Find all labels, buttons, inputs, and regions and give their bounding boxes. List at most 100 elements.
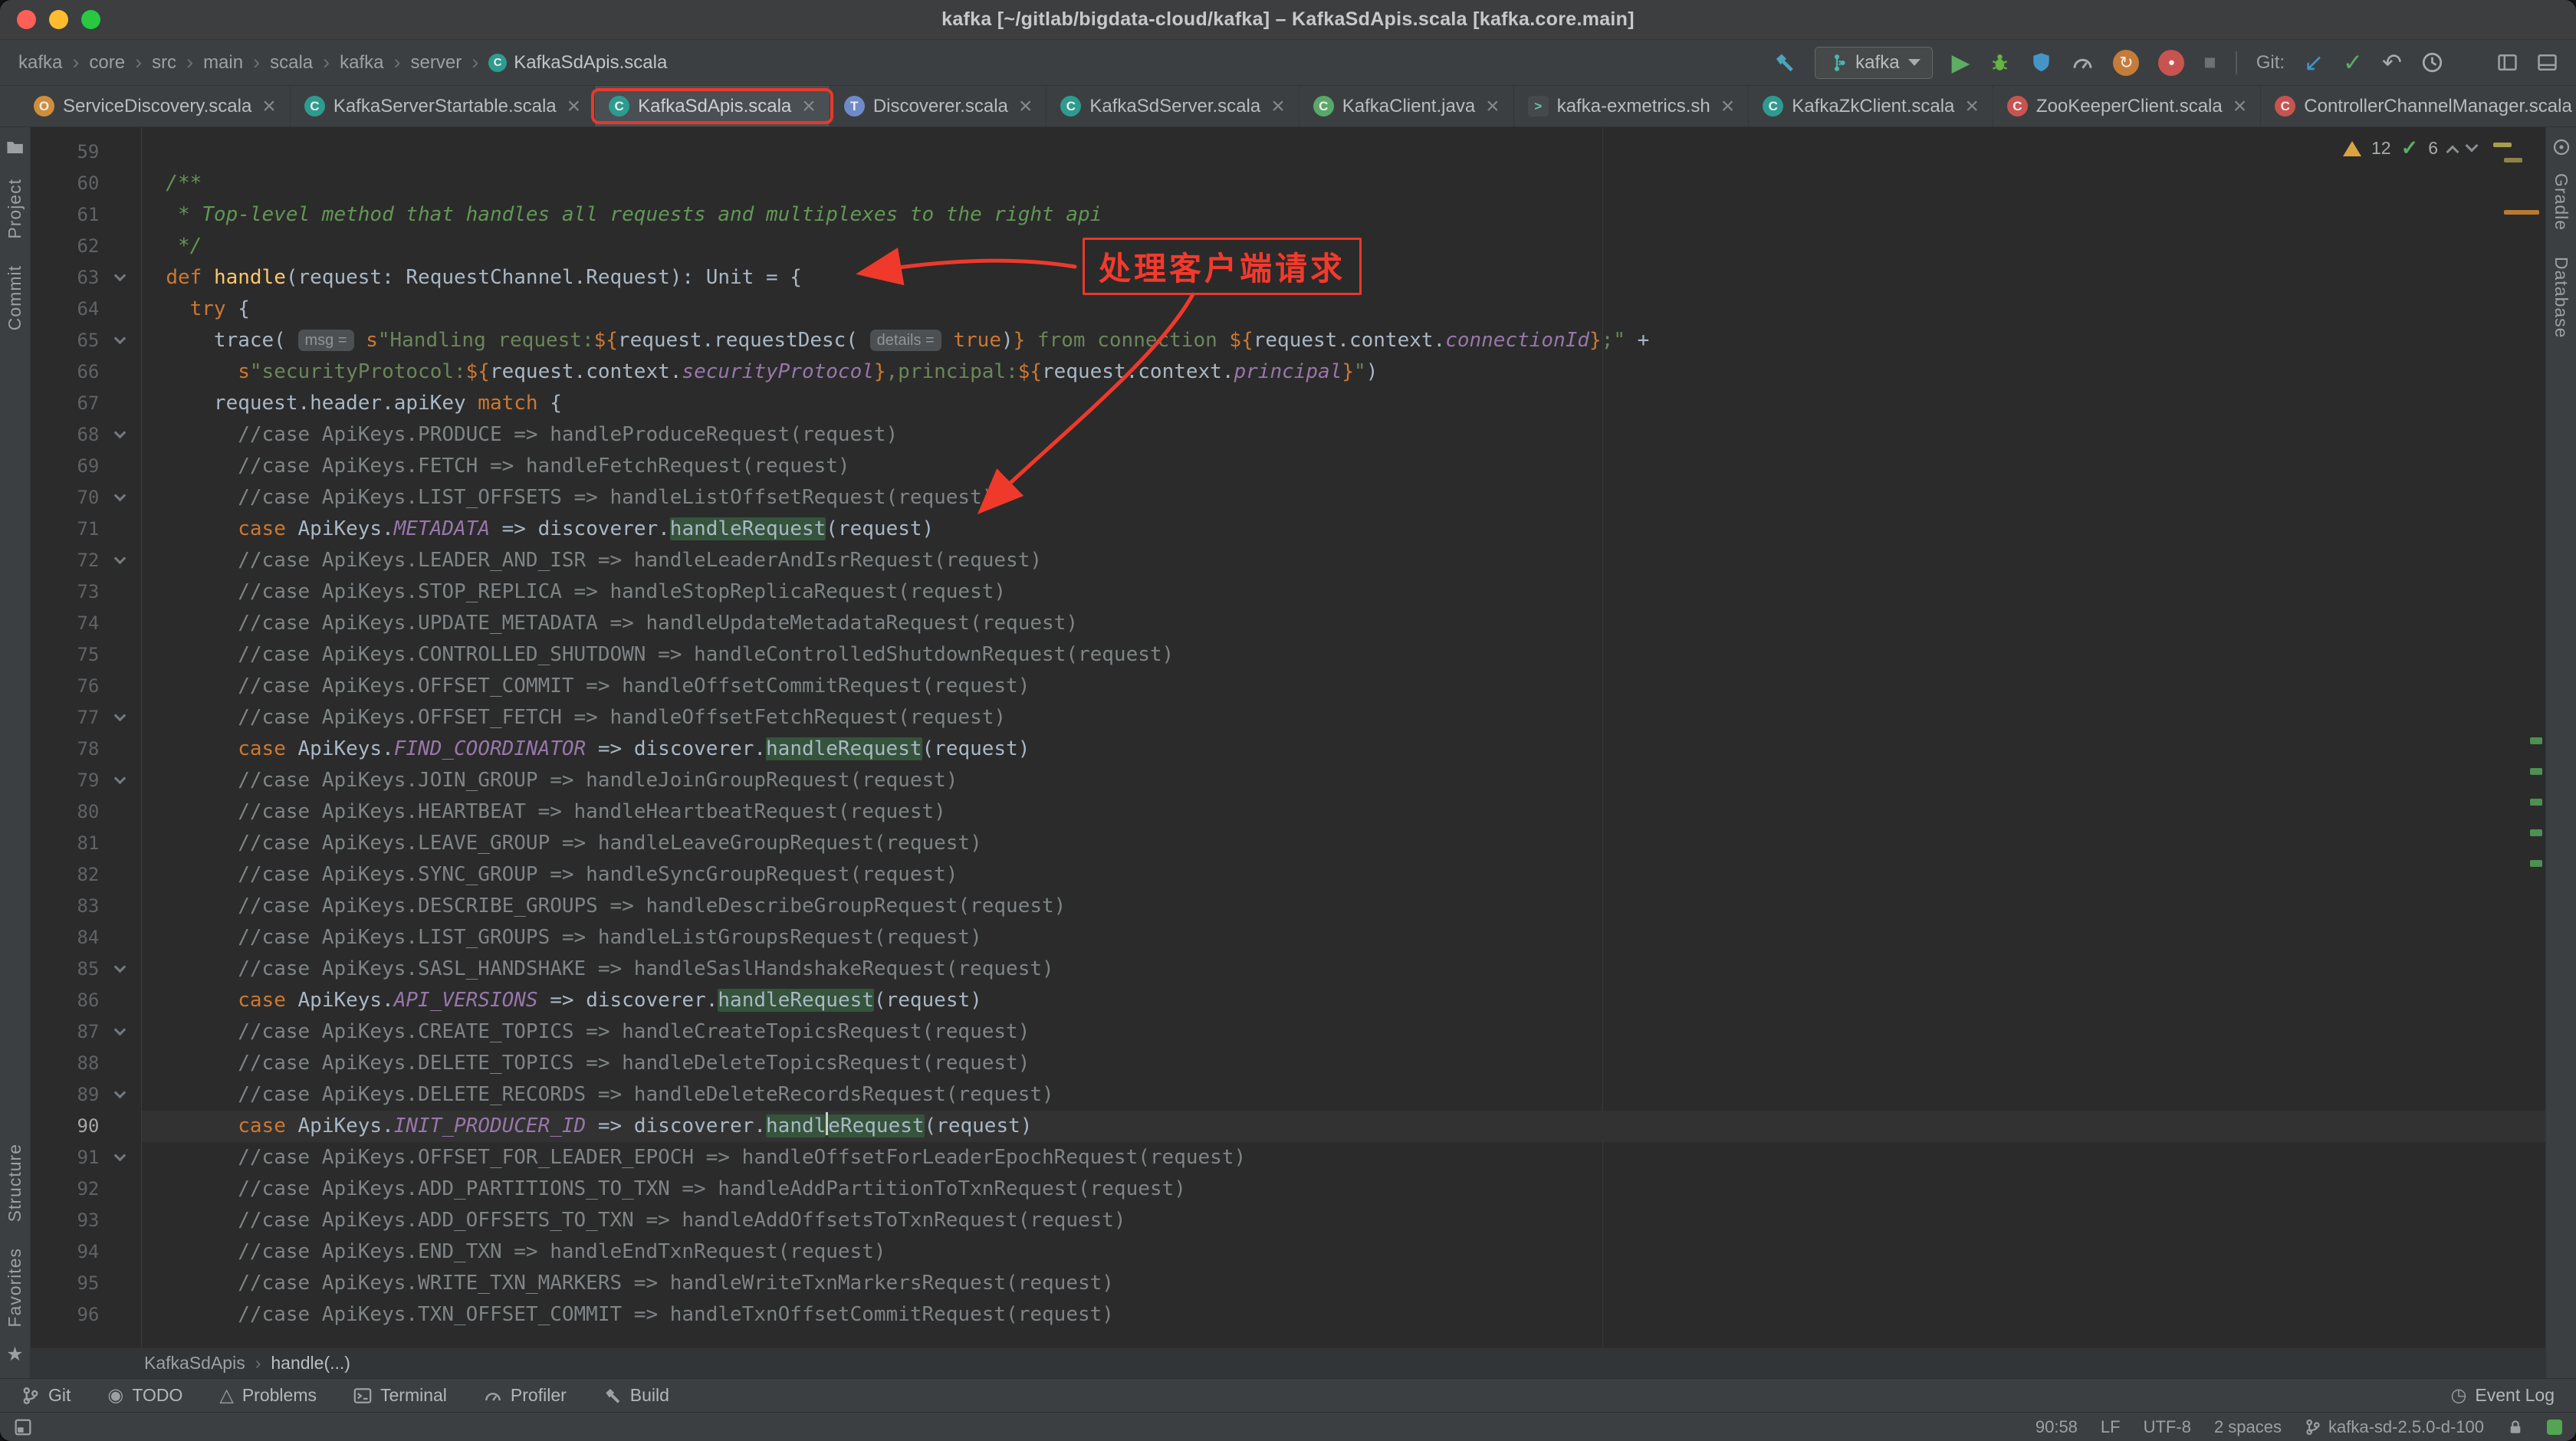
- profiler-button[interactable]: [2072, 51, 2094, 74]
- editor-tab[interactable]: CZooKeeperClient.scala×: [1993, 86, 2261, 126]
- code-line[interactable]: case ApiKeys.METADATA => discoverer.hand…: [142, 514, 2545, 545]
- git-branch[interactable]: kafka-sd-2.5.0-d-100: [2305, 1417, 2484, 1437]
- close-tab-icon[interactable]: ×: [1965, 95, 1979, 118]
- editor-tab[interactable]: CKafkaSdServer.scala×: [1046, 86, 1299, 126]
- debug-button[interactable]: [1989, 51, 2011, 74]
- sidebar-item-database[interactable]: Database: [2551, 257, 2571, 338]
- code-line[interactable]: //case ApiKeys.LIST_GROUPS => handleList…: [142, 922, 2545, 954]
- code-line[interactable]: //case ApiKeys.DELETE_TOPICS => handleDe…: [142, 1048, 2545, 1079]
- code-line[interactable]: //case ApiKeys.CREATE_TOPICS => handleCr…: [142, 1016, 2545, 1048]
- fold-marker-icon[interactable]: [114, 710, 127, 722]
- tool-window-button-todo[interactable]: ◉TODO: [107, 1385, 182, 1406]
- code-line[interactable]: request.header.apiKey match {: [142, 388, 2545, 419]
- code-line[interactable]: //case ApiKeys.UPDATE_METADATA => handle…: [142, 608, 2545, 639]
- sidebar-item-project[interactable]: Project: [5, 179, 25, 239]
- line-separator[interactable]: LF: [2101, 1417, 2121, 1437]
- editor-tab[interactable]: CKafkaClient.java×: [1300, 86, 1514, 126]
- breadcrumb-item[interactable]: main: [203, 52, 243, 74]
- close-tab-icon[interactable]: ×: [1721, 95, 1735, 118]
- close-tab-icon[interactable]: ×: [1486, 95, 1500, 118]
- fold-marker-icon[interactable]: [114, 553, 127, 565]
- editor-breadcrumb-item[interactable]: handle(...): [271, 1353, 350, 1374]
- sidebar-item-favorites[interactable]: Favorites: [5, 1248, 25, 1328]
- close-tab-icon[interactable]: ×: [262, 95, 276, 118]
- breadcrumb-item[interactable]: kafka: [340, 52, 383, 74]
- code-line[interactable]: //case ApiKeys.LEAVE_GROUP => handleLeav…: [142, 828, 2545, 859]
- code-line[interactable]: //case ApiKeys.PRODUCE => handleProduceR…: [142, 419, 2545, 451]
- close-tab-icon[interactable]: ×: [2233, 95, 2247, 118]
- code-line[interactable]: //case ApiKeys.OFFSET_FETCH => handleOff…: [142, 702, 2545, 734]
- vcs-rollback-button[interactable]: ↶: [2382, 51, 2402, 74]
- tool-window-button-git[interactable]: Git: [21, 1385, 71, 1406]
- code-line[interactable]: //case ApiKeys.ADD_PARTITIONS_TO_TXN => …: [142, 1173, 2545, 1205]
- window-layout-icon[interactable]: [2537, 52, 2558, 73]
- fold-marker-icon[interactable]: [114, 270, 127, 282]
- code-line[interactable]: //case ApiKeys.CONTROLLED_SHUTDOWN => ha…: [142, 639, 2545, 671]
- ide-status-indicator[interactable]: [2547, 1420, 2562, 1435]
- code-line[interactable]: //case ApiKeys.STOP_REPLICA => handleSto…: [142, 576, 2545, 608]
- editor-breadcrumb-item[interactable]: KafkaSdApis: [144, 1353, 245, 1374]
- code-line[interactable]: //case ApiKeys.SYNC_GROUP => handleSyncG…: [142, 859, 2545, 891]
- code-line[interactable]: //case ApiKeys.SASL_HANDSHAKE => handleS…: [142, 954, 2545, 985]
- breadcrumb-item[interactable]: server: [411, 52, 462, 74]
- code-line[interactable]: [142, 136, 2545, 168]
- favorites-star-icon[interactable]: ★: [6, 1343, 23, 1366]
- fold-marker-icon[interactable]: [114, 1024, 127, 1036]
- code-line[interactable]: //case ApiKeys.OFFSET_FOR_LEADER_EPOCH =…: [142, 1142, 2545, 1173]
- code-line[interactable]: case ApiKeys.API_VERSIONS => discoverer.…: [142, 985, 2545, 1016]
- breadcrumb-item[interactable]: src: [152, 52, 176, 74]
- code-line[interactable]: //case ApiKeys.END_TXN => handleEndTxnRe…: [142, 1236, 2545, 1268]
- code-line[interactable]: /**: [142, 168, 2545, 199]
- editor-tab[interactable]: CKafkaSdApis.scala×: [595, 86, 830, 126]
- tool-window-switcher-icon[interactable]: [14, 1418, 32, 1436]
- close-window-button[interactable]: [17, 10, 36, 29]
- layout-icon[interactable]: [2497, 52, 2518, 73]
- code-line[interactable]: //case ApiKeys.ADD_OFFSETS_TO_TXN => han…: [142, 1205, 2545, 1236]
- sidebar-item-structure[interactable]: Structure: [5, 1144, 25, 1222]
- fold-marker-icon[interactable]: [114, 490, 127, 502]
- breadcrumb-item[interactable]: kafka: [18, 52, 62, 74]
- code-line[interactable]: //case ApiKeys.LEADER_AND_ISR => handleL…: [142, 545, 2545, 576]
- code-line[interactable]: case ApiKeys.INIT_PRODUCER_ID => discove…: [142, 1111, 2545, 1142]
- file-encoding[interactable]: UTF-8: [2144, 1417, 2191, 1437]
- indent-style[interactable]: 2 spaces: [2214, 1417, 2282, 1437]
- fold-marker-icon[interactable]: [114, 333, 127, 345]
- code-line[interactable]: //case ApiKeys.HEARTBEAT => handleHeartb…: [142, 796, 2545, 828]
- tool-window-button-problems[interactable]: △Problems: [219, 1385, 317, 1406]
- run-button[interactable]: ▶: [1952, 51, 1970, 74]
- breadcrumb-item[interactable]: scala: [270, 52, 313, 74]
- build-hammer-icon[interactable]: [1773, 51, 1796, 74]
- fold-marker-icon[interactable]: [114, 961, 127, 973]
- code-line[interactable]: //case ApiKeys.LIST_OFFSETS => handleLis…: [142, 482, 2545, 514]
- breadcrumb-item[interactable]: core: [89, 52, 125, 74]
- tool-window-button-event-log[interactable]: ◷Event Log: [2450, 1385, 2555, 1406]
- editor-tab[interactable]: TDiscoverer.scala×: [830, 86, 1047, 126]
- tool-window-button-profiler[interactable]: Profiler: [484, 1385, 567, 1406]
- close-tab-icon[interactable]: ×: [567, 95, 581, 118]
- fold-marker-icon[interactable]: [114, 1150, 127, 1162]
- code-line[interactable]: //case ApiKeys.DELETE_RECORDS => handleD…: [142, 1079, 2545, 1111]
- rerun-button[interactable]: ↻: [2113, 50, 2139, 76]
- code-line[interactable]: //case ApiKeys.DESCRIBE_GROUPS => handle…: [142, 891, 2545, 922]
- code-line[interactable]: * Top-level method that handles all requ…: [142, 199, 2545, 231]
- code-area[interactable]: /** * Top-level method that handles all …: [142, 127, 2545, 1347]
- vcs-commit-button[interactable]: ✓: [2343, 51, 2363, 74]
- close-tab-icon[interactable]: ×: [1271, 95, 1285, 118]
- editor-tab[interactable]: OServiceDiscovery.scala×: [20, 86, 291, 126]
- prev-problem-icon[interactable]: [2446, 145, 2459, 158]
- code-line[interactable]: //case ApiKeys.JOIN_GROUP => handleJoinG…: [142, 765, 2545, 796]
- tool-window-button-terminal[interactable]: Terminal: [353, 1385, 447, 1406]
- code-line[interactable]: case ApiKeys.FIND_COORDINATOR => discove…: [142, 734, 2545, 765]
- close-tab-icon[interactable]: ×: [1019, 95, 1033, 118]
- code-line[interactable]: //case ApiKeys.OFFSET_COMMIT => handleOf…: [142, 671, 2545, 702]
- vcs-history-button[interactable]: [2421, 51, 2443, 74]
- sidebar-item-commit[interactable]: Commit: [5, 265, 25, 330]
- sidebar-item-gradle[interactable]: Gradle: [2551, 173, 2571, 231]
- code-line[interactable]: //case ApiKeys.WRITE_TXN_MARKERS => hand…: [142, 1268, 2545, 1299]
- run-config-select[interactable]: kafka: [1815, 47, 1932, 79]
- code-line[interactable]: trace( msg = s"Handling request:${reques…: [142, 325, 2545, 356]
- fold-marker-icon[interactable]: [114, 427, 127, 439]
- zoom-window-button[interactable]: [81, 10, 100, 29]
- vcs-update-button[interactable]: ↙: [2304, 51, 2324, 74]
- editor[interactable]: 5960616263646566676869707172737475767778…: [31, 127, 2545, 1347]
